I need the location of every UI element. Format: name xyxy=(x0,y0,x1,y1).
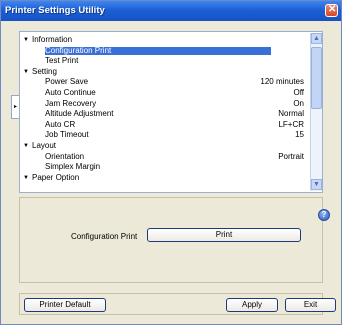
expand-arrow-icon[interactable]: ▼ xyxy=(23,174,29,182)
tree-item-row[interactable]: Orientation Portrait xyxy=(21,151,310,161)
tree-item-row[interactable]: Altitude Adjustment Normal xyxy=(21,110,310,118)
tree-item-label: Layout xyxy=(32,141,57,150)
tree-item-label: Power Save xyxy=(45,77,89,87)
tree-group-row[interactable]: ▼ Setting xyxy=(21,66,310,76)
expand-arrow-icon[interactable]: ▼ xyxy=(23,68,29,76)
configuration-print-label: Configuration Print xyxy=(71,232,138,241)
tree-item-label: Simplex Margin xyxy=(45,162,101,172)
scroll-up-button[interactable]: ▲ xyxy=(311,33,322,44)
scroll-down-button[interactable]: ▼ xyxy=(311,179,322,190)
printer-settings-window: Printer Settings Utility ✕ ▸ ▼ Informatio… xyxy=(0,0,342,325)
tree-item-label: Test Print xyxy=(45,56,79,66)
tree-item-row[interactable]: Auto Continue Off xyxy=(21,89,310,97)
exit-button[interactable]: Exit xyxy=(285,298,336,312)
close-button[interactable]: ✕ xyxy=(325,4,338,17)
expand-arrow-icon[interactable]: ▼ xyxy=(23,142,29,150)
tree-item-label: Orientation xyxy=(45,151,85,161)
side-splitter-tab[interactable]: ▸ xyxy=(11,95,19,119)
tree-item-label: Information xyxy=(32,35,73,44)
print-button[interactable]: Print xyxy=(147,228,301,242)
tree-item-value: On xyxy=(293,98,304,108)
tree-item-row[interactable]: Jam Recovery On xyxy=(21,98,310,108)
tree-item-value: Off xyxy=(293,88,304,97)
tree-group-row[interactable]: ▼ Layout xyxy=(21,142,310,150)
close-icon: ✕ xyxy=(328,4,337,15)
tree-item-label: Auto CR xyxy=(45,119,76,129)
tree-scrollbar[interactable]: ▲ ▼ xyxy=(310,33,322,191)
tree-item-label: Altitude Adjustment xyxy=(45,109,114,119)
apply-button[interactable]: Apply xyxy=(226,298,278,312)
settings-tree-panel: ▼ Information Configuration Print Test Prin… xyxy=(19,31,323,193)
tree-item-value: 120 minutes xyxy=(260,77,304,87)
tree-item-value: LF+CR xyxy=(278,119,304,129)
tree-item-row[interactable]: Job Timeout 15 xyxy=(21,131,310,139)
tree-item-label: Paper Option xyxy=(32,172,80,182)
tree-item-value: Normal xyxy=(278,109,304,119)
tree-item-label: Job Timeout xyxy=(45,130,89,140)
tree-item-label: Configuration Print xyxy=(45,46,272,55)
help-icon[interactable]: ? xyxy=(318,209,330,221)
expand-arrow-icon[interactable]: ▼ xyxy=(23,36,29,44)
tree-item-label: Auto Continue xyxy=(45,88,96,97)
tree-item-row[interactable]: Auto CR LF+CR xyxy=(21,119,310,129)
scroll-thumb[interactable] xyxy=(311,47,322,109)
tree-item-row[interactable]: Simplex Margin xyxy=(21,163,310,171)
settings-tree: ▼ Information Configuration Print Test Prin… xyxy=(21,33,310,191)
window-title: Printer Settings Utility xyxy=(5,5,105,16)
title-bar: Printer Settings Utility ✕ xyxy=(1,1,341,21)
tree-item-label: Jam Recovery xyxy=(45,98,97,108)
tree-item-label: Setting xyxy=(32,66,57,76)
tree-item-row[interactable]: Configuration Print xyxy=(21,46,310,55)
tree-group-row[interactable]: ▼ Paper Option xyxy=(21,172,310,182)
tree-item-value: Portrait xyxy=(278,151,304,161)
tree-group-row[interactable]: ▼ Information xyxy=(21,36,310,44)
tree-item-row[interactable]: Test Print xyxy=(21,57,310,65)
tree-item-value: 15 xyxy=(295,130,304,140)
printer-default-button[interactable]: Printer Default xyxy=(24,298,106,312)
tree-item-row[interactable]: Power Save 120 minutes xyxy=(21,78,310,86)
splitter-arrow-icon: ▸ xyxy=(14,104,18,110)
